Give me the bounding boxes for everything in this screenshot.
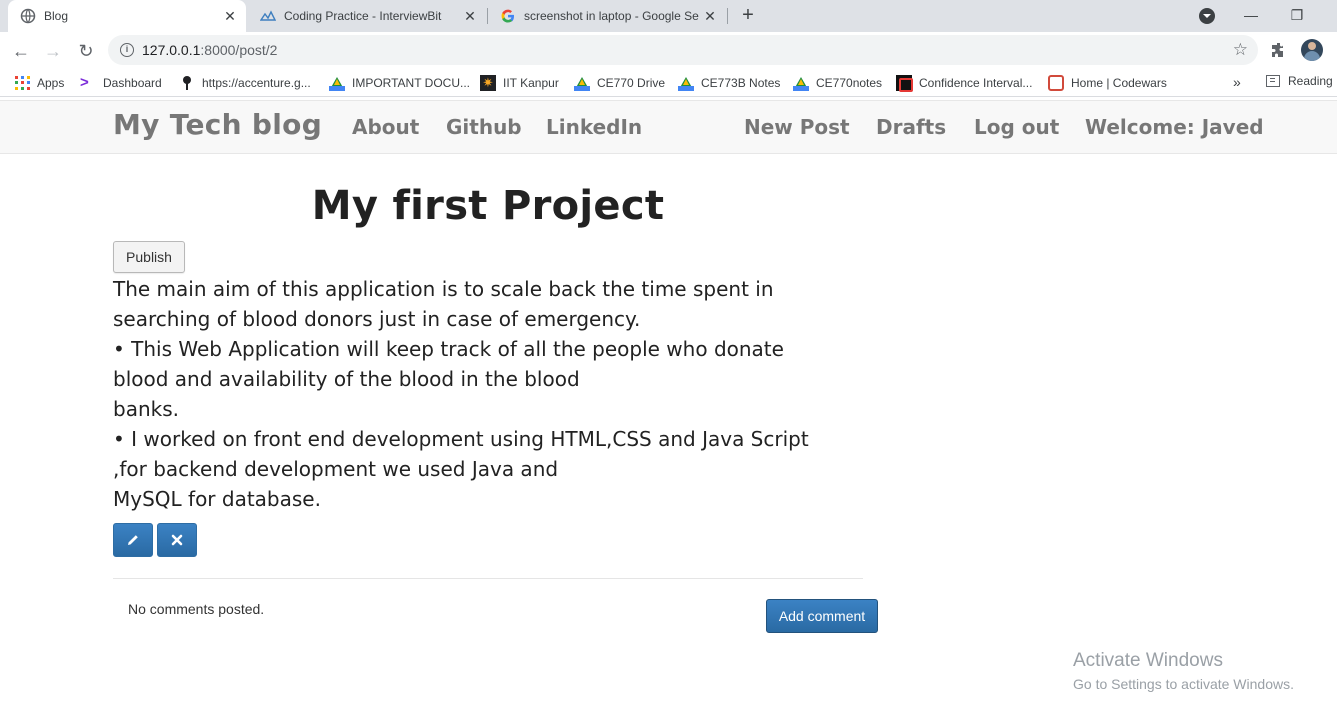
interviewbit-icon [260,8,276,24]
tab-title: Blog [44,9,69,23]
tab-google[interactable]: screenshot in laptop - Google Se ✕ [488,0,726,32]
bookmarks-bar: Apps > Dashboard https://accenture.g... … [0,69,1337,97]
bookmark-label: https://accenture.g... [202,76,311,90]
forward-icon[interactable]: → [42,40,64,62]
bookmark-codewars[interactable]: Home | Codewars [1048,74,1167,92]
publish-button[interactable]: Publish [113,241,185,273]
edit-post-button[interactable] [113,523,153,557]
nav-welcome-user: Welcome: Javed [1085,115,1264,139]
post-body-line: blood and availability of the blood in t… [113,367,580,391]
bookmark-label: Confidence Interval... [919,76,1033,90]
minimize-icon[interactable]: — [1228,0,1274,32]
bookmark-ce770notes[interactable]: CE770notes [793,74,882,92]
restore-icon[interactable]: ❐ [1274,0,1320,32]
bookmark-label: Home | Codewars [1071,76,1167,90]
url-path: :8000/post/2 [200,42,278,58]
extensions-puzzle-icon[interactable] [1270,41,1288,59]
more-bookmarks-chevron-icon[interactable]: » [1233,74,1241,90]
nav-drafts[interactable]: Drafts [876,115,946,139]
window-close-icon[interactable] [1320,0,1337,32]
bookmark-apps[interactable]: Apps [14,74,64,92]
post-body-line: • I worked on front end development usin… [113,427,809,451]
bookmark-label: IMPORTANT DOCU... [352,76,471,90]
google-icon [500,8,516,24]
iitk-icon: ✷ [480,75,496,91]
delete-post-button[interactable] [157,523,197,557]
reading-list-icon [1266,75,1280,87]
tab-search-icon[interactable] [1199,8,1215,24]
bookmark-label: CE770notes [816,76,883,90]
close-icon[interactable]: ✕ [462,8,478,24]
bookmark-ce773b-notes[interactable]: CE773B Notes [678,74,780,92]
close-icon[interactable]: ✕ [702,8,718,24]
bookmark-star-icon[interactable]: ☆ [1233,40,1248,60]
bookmark-accenture[interactable]: https://accenture.g... [179,74,311,92]
activate-windows-watermark: Activate Windows Go to Settings to activ… [1073,650,1294,692]
info-icon[interactable]: i [120,43,134,57]
reading-list-label: Reading [1288,74,1333,88]
reload-icon[interactable]: ↻ [75,40,97,62]
post-body-line: banks. [113,397,179,421]
nav-linkedin[interactable]: LinkedIn [546,115,642,139]
bookmark-iit-kanpur[interactable]: ✷ IIT Kanpur [480,74,559,92]
bookmark-label: Dashboard [103,76,162,90]
tab-separator [727,8,728,24]
post-body-line: • This Web Application will keep track o… [113,337,784,361]
tab-strip: Blog ✕ Coding Practice - InterviewBit ✕ … [0,0,1337,32]
accenture-icon: > [80,74,89,91]
nav-github[interactable]: Github [446,115,522,139]
pencil-icon [126,531,140,548]
post-body: The main aim of this application is to s… [113,274,873,514]
globe-icon [20,8,36,24]
confidence-icon [896,75,913,92]
nav-about[interactable]: About [352,115,419,139]
drive-icon [793,76,809,91]
profile-avatar[interactable] [1301,39,1323,61]
bookmark-label: CE773B Notes [701,76,781,90]
new-tab-button[interactable]: + [736,4,760,28]
bookmark-confidence-interval[interactable]: Confidence Interval... [896,74,1032,92]
divider [113,578,863,579]
bookmark-label: Apps [37,76,65,90]
reading-list-button[interactable]: Reading [1266,74,1333,88]
bookmark-ce770-drive[interactable]: CE770 Drive [574,74,665,92]
post-body-line: The main aim of this application is to s… [113,277,774,301]
drive-icon [678,76,694,91]
pin-icon [179,75,195,91]
address-bar[interactable]: i 127.0.0.1:8000/post/2 ☆ [108,35,1258,65]
post-body-line: MySQL for database. [113,487,321,511]
codewars-icon [1048,75,1064,91]
close-icon[interactable]: ✕ [222,8,238,24]
bookmark-label: CE770 Drive [597,76,666,90]
post-title: My first Project [311,183,665,229]
tab-blog[interactable]: Blog ✕ [8,0,246,32]
url-text: 127.0.0.1:8000/post/2 [142,42,277,58]
bookmark-label: IIT Kanpur [503,76,559,90]
bookmark-dashboard[interactable]: > Dashboard [80,74,162,92]
drive-icon [329,76,345,91]
post-body-line: searching of blood donors just in case o… [113,307,641,331]
bookmark-important-docu[interactable]: IMPORTANT DOCU... [329,74,470,92]
no-comments-text: No comments posted. [128,601,265,617]
remove-icon [171,531,183,548]
browser-toolbar: ← → ↻ i 127.0.0.1:8000/post/2 ☆ [0,32,1337,69]
drive-icon [574,76,590,91]
apps-grid-icon [14,75,30,91]
brand-link[interactable]: My Tech blog [113,108,322,141]
post-body-line: ,for backend development we used Java an… [113,457,559,481]
nav-log-out[interactable]: Log out [974,115,1059,139]
activate-windows-title: Activate Windows [1073,650,1223,671]
back-icon[interactable]: ← [10,40,32,62]
tab-interviewbit[interactable]: Coding Practice - InterviewBit ✕ [248,0,486,32]
site-navbar: My Tech blog About Github LinkedIn New P… [0,100,1337,154]
tab-title: Coding Practice - InterviewBit [284,9,442,23]
url-host: 127.0.0.1 [142,42,201,58]
activate-windows-subtitle: Go to Settings to activate Windows. [1073,676,1294,692]
nav-new-post[interactable]: New Post [744,115,850,139]
tab-title: screenshot in laptop - Google Se [524,9,699,23]
add-comment-button[interactable]: Add comment [766,599,878,633]
